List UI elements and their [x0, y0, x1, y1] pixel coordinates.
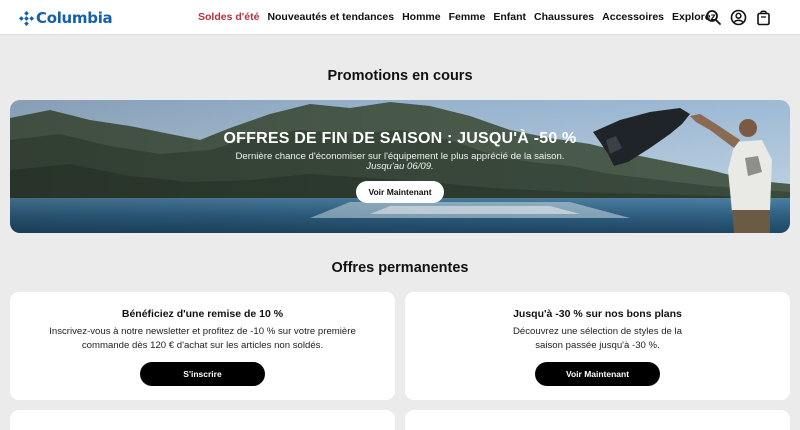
hero-title: OFFRES DE FIN DE SAISON : JUSQU'À -50 %: [223, 130, 577, 147]
main-nav: Soldes d'été Nouveautés et tendances Hom…: [198, 11, 716, 23]
promo-hero-banner[interactable]: OFFRES DE FIN DE SAISON : JUSQU'À -50 % …: [10, 100, 790, 233]
offer-card-text: Inscrivez-vous à notre newsletter et pro…: [10, 325, 395, 352]
site-header: Columbia Soldes d'été Nouveautés et tend…: [0, 0, 800, 35]
offer-card-text-line: Inscrivez-vous à notre newsletter et pro…: [49, 326, 356, 337]
header-tools: [705, 9, 772, 26]
offer-card-newsletter: Bénéficiez d'une remise de 10 % Inscrive…: [10, 292, 395, 400]
offer-card-text-line: commande dès 120 € d'achat sur les artic…: [81, 339, 324, 351]
hero-shop-now-button[interactable]: Voir Maintenant: [356, 181, 444, 203]
offer-card-partial: [405, 410, 790, 430]
nav-item-new-trends[interactable]: Nouveautés et tendances: [267, 11, 394, 23]
search-icon[interactable]: [705, 9, 722, 26]
nav-item-men[interactable]: Homme: [402, 11, 441, 23]
columbia-logo-icon: [19, 10, 34, 26]
offer-card-partial: [10, 410, 395, 430]
offer-card-text-line: Découvrez une sélection de styles de la: [512, 326, 683, 337]
offer-card-text-line: saison passée jusqu'à -30 %.: [535, 339, 660, 351]
nav-item-summer-sale[interactable]: Soldes d'été: [198, 11, 259, 23]
offer-card-deals: Jusqu'à -30 % sur nos bons plans Découvr…: [405, 292, 790, 400]
permanent-offers-heading: Offres permanentes: [331, 260, 469, 276]
promotions-heading: Promotions en cours: [327, 68, 473, 84]
nav-item-kids[interactable]: Enfant: [493, 11, 526, 23]
offer-card-title: Bénéficiez d'une remise de 10 %: [121, 308, 284, 320]
bag-icon[interactable]: [755, 9, 772, 26]
nav-item-shoes[interactable]: Chaussures: [534, 11, 594, 23]
deals-shop-now-button[interactable]: Voir Maintenant: [535, 362, 660, 386]
brand-name: Columbia: [36, 9, 113, 27]
offer-card-text: Découvrez une sélection de styles de la …: [405, 325, 790, 352]
account-icon[interactable]: [730, 9, 747, 26]
offer-card-title: Jusqu'à -30 % sur nos bons plans: [513, 308, 682, 320]
brand-logo[interactable]: Columbia: [19, 9, 113, 27]
nav-item-women[interactable]: Femme: [449, 11, 486, 23]
hero-date: Jusqu'au 06/09.: [366, 161, 434, 172]
nav-item-accessories[interactable]: Accessoires: [602, 11, 664, 23]
subscribe-button[interactable]: S'inscrire: [140, 362, 265, 386]
